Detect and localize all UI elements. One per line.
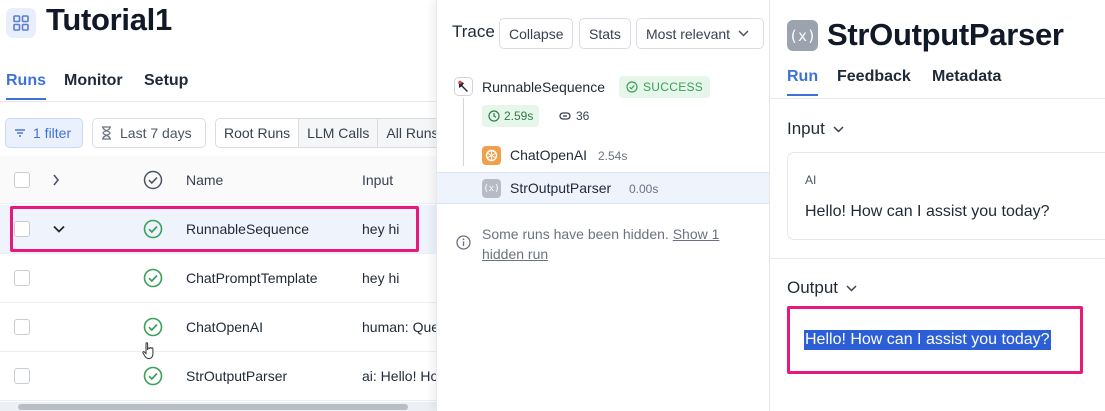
tree-connector xyxy=(463,98,464,166)
latency-text: 2.59s xyxy=(504,109,534,123)
sort-dropdown-label: Most relevant xyxy=(646,25,731,42)
chevron-down-icon xyxy=(833,125,844,133)
chevron-right-icon[interactable] xyxy=(52,174,60,186)
row-name: StrOutputParser xyxy=(186,368,288,384)
input-message-card: AI Hello! How can I assist you today? xyxy=(787,152,1105,240)
seg-all-runs[interactable]: All Runs xyxy=(378,119,436,147)
hidden-runs-note: Some runs have been hidden. Show 1 hidde… xyxy=(482,224,752,264)
message-content: Hello! How can I assist you today? xyxy=(805,203,1050,220)
detail-tabs: Run Feedback Metadata xyxy=(771,66,1105,99)
trace-node-time: 2.54s xyxy=(598,149,628,163)
token-icon xyxy=(559,112,571,120)
row-checkbox[interactable] xyxy=(14,319,30,335)
sort-dropdown[interactable]: Most relevant xyxy=(636,18,764,49)
seg-root-runs[interactable]: Root Runs xyxy=(216,119,300,147)
table-header: Name Input xyxy=(0,156,436,204)
trace-node-time: 0.00s xyxy=(629,182,659,196)
table-row[interactable]: ChatPromptTemplate hey hi xyxy=(0,254,436,303)
status-badge: SUCCESS xyxy=(619,76,711,98)
token-count: 36 xyxy=(576,109,590,123)
chevron-down-icon xyxy=(846,284,857,292)
info-icon xyxy=(456,235,471,250)
horizontal-scrollbar[interactable] xyxy=(0,402,436,411)
seg-llm-calls[interactable]: LLM Calls xyxy=(299,119,379,147)
latency-badge: 2.59s xyxy=(482,105,540,127)
tab-run[interactable]: Run xyxy=(787,68,819,96)
openai-icon xyxy=(482,146,501,165)
output-section-toggle[interactable]: Output xyxy=(787,278,857,298)
column-name-header[interactable]: Name xyxy=(186,172,223,188)
run-detail-panel: (x) StrOutputParser Run Feedback Metadat… xyxy=(771,0,1105,411)
token-badge: 36 xyxy=(554,105,594,127)
trace-node-stroutputparser[interactable]: (x) StrOutputParser 0.00s xyxy=(437,172,769,204)
highlight-box xyxy=(10,206,419,252)
check-circle-icon xyxy=(626,81,638,93)
message-role: AI xyxy=(805,173,817,187)
highlight-box xyxy=(787,306,1083,374)
date-range-label: Last 7 days xyxy=(120,125,192,141)
trace-root-name: RunnableSequence xyxy=(482,79,605,95)
trace-panel: Trace Collapse Stats Most relevant Runna… xyxy=(436,0,770,411)
scrollbar-thumb[interactable] xyxy=(18,404,408,410)
success-icon xyxy=(143,268,163,288)
row-input: human: Question: hey hi xyxy=(362,319,436,335)
trace-node-name: StrOutputParser xyxy=(510,180,612,196)
hourglass-icon xyxy=(102,126,111,140)
filter-button[interactable]: 1 filter xyxy=(5,118,83,148)
tab-setup[interactable]: Setup xyxy=(144,72,188,98)
success-icon xyxy=(143,317,163,337)
clock-icon xyxy=(488,110,500,122)
input-section-toggle[interactable]: Input xyxy=(787,119,844,139)
row-checkbox[interactable] xyxy=(14,368,30,384)
status-column-icon xyxy=(143,170,163,190)
hand-cursor-icon xyxy=(142,342,154,359)
row-input: ai: Hello! How can I assist xyxy=(362,368,436,384)
grid-icon xyxy=(6,8,36,38)
project-tabs: Runs Monitor Setup xyxy=(0,70,436,102)
status-text: SUCCESS xyxy=(643,80,704,94)
select-all-checkbox[interactable] xyxy=(14,172,30,188)
runs-panel: Tutorial1 Runs Monitor Setup 1 filter La… xyxy=(0,0,436,411)
date-range-button[interactable]: Last 7 days xyxy=(92,118,206,148)
output-section-label: Output xyxy=(787,278,839,297)
table-row[interactable]: ChatOpenAI human: Question: hey hi xyxy=(0,303,436,352)
input-section-label: Input xyxy=(787,119,825,138)
row-name: ChatOpenAI xyxy=(186,319,264,335)
run-type-segmented: Root Runs LLM Calls All Runs xyxy=(215,118,436,148)
trace-node-name: ChatOpenAI xyxy=(510,147,588,163)
collapse-button[interactable]: Collapse xyxy=(499,18,574,49)
row-checkbox[interactable] xyxy=(14,270,30,286)
row-name: ChatPromptTemplate xyxy=(186,270,318,286)
section-divider xyxy=(771,258,1105,259)
tab-feedback[interactable]: Feedback xyxy=(837,68,911,94)
table-row[interactable]: StrOutputParser ai: Hello! How can I ass… xyxy=(0,352,436,401)
runnable-sequence-icon xyxy=(454,77,473,96)
variable-icon: (x) xyxy=(482,179,501,198)
run-title: StrOutputParser xyxy=(827,17,1064,52)
trace-label: Trace xyxy=(452,22,495,41)
row-input: hey hi xyxy=(362,270,400,286)
filter-icon xyxy=(15,129,25,137)
chevron-down-icon xyxy=(738,30,749,37)
tab-monitor[interactable]: Monitor xyxy=(64,72,123,98)
stats-button[interactable]: Stats xyxy=(579,18,631,49)
project-title: Tutorial1 xyxy=(46,2,172,37)
hidden-runs-text: Some runs have been hidden. xyxy=(482,226,669,242)
filter-button-label: 1 filter xyxy=(33,125,72,141)
column-input-header[interactable]: Input xyxy=(362,172,393,188)
tab-runs[interactable]: Runs xyxy=(6,72,46,100)
variable-icon: (x) xyxy=(787,20,818,51)
success-icon xyxy=(143,366,163,386)
tab-metadata[interactable]: Metadata xyxy=(932,68,1001,94)
